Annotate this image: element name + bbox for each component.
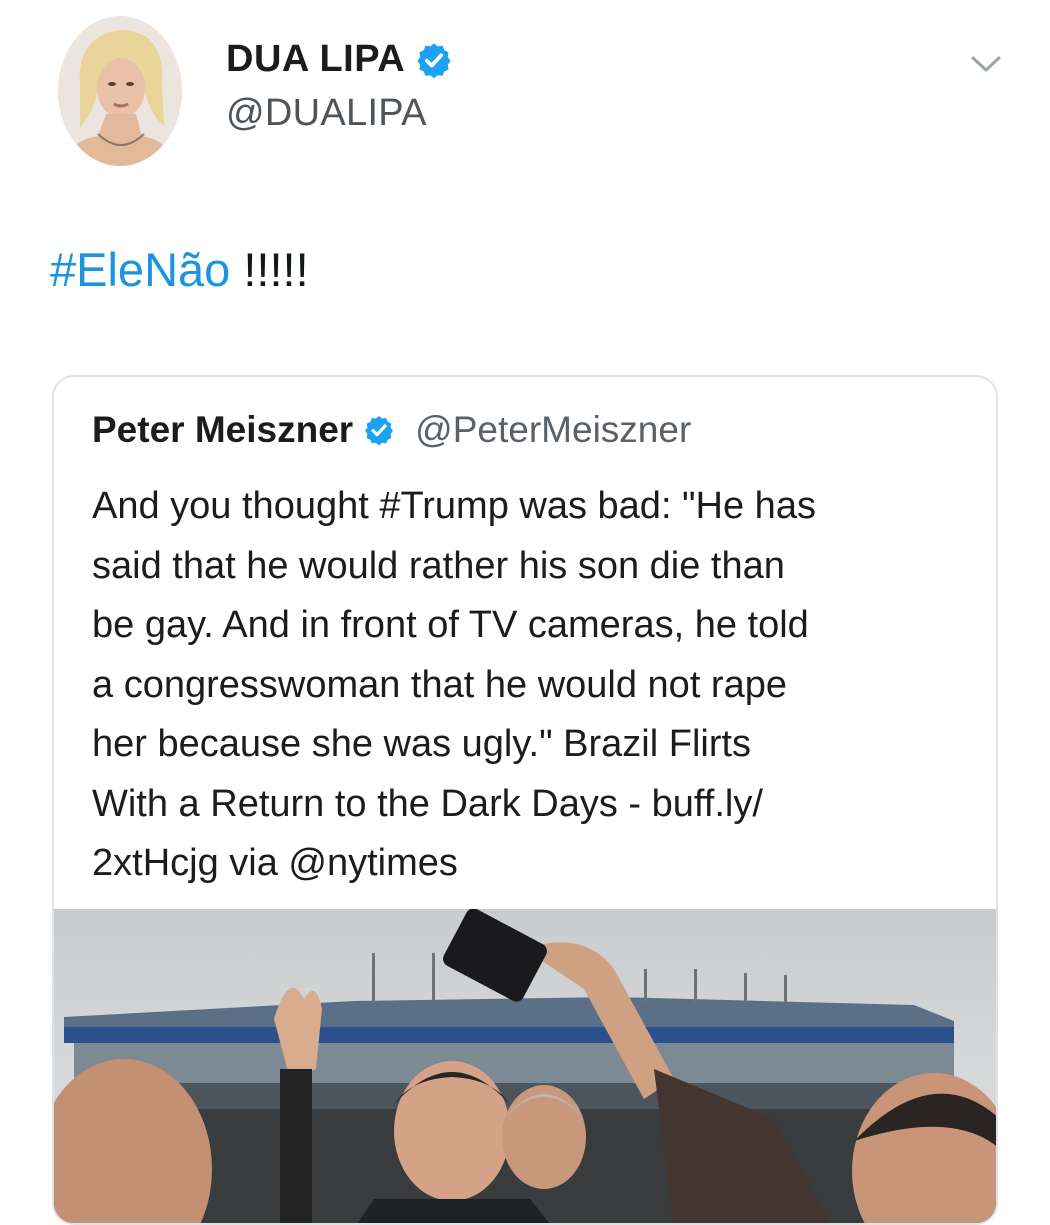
quoted-text-line: her because she was ugly." Brazil Flirts bbox=[92, 723, 752, 765]
quoted-text-line: And you thought #Trump was bad: "He has bbox=[92, 485, 816, 527]
verified-badge-icon bbox=[415, 41, 453, 79]
quoted-text-line: a congresswoman that he would not rape bbox=[92, 663, 787, 706]
verified-badge-icon bbox=[363, 414, 395, 446]
quoted-tweet-text: And you thought #Trump was bad: "He has … bbox=[92, 477, 972, 894]
author-display-name[interactable]: DUA LIPA bbox=[226, 38, 405, 81]
hashtag-link[interactable]: #EleNão bbox=[50, 243, 230, 296]
author-handle[interactable]: @DUALIPA bbox=[226, 92, 427, 135]
tweet-text: #EleNão !!!!! bbox=[50, 240, 309, 300]
chevron-down-icon[interactable] bbox=[966, 50, 1006, 78]
quoted-text-line: With a Return to the Dark Days - buff.ly… bbox=[92, 782, 763, 825]
quoted-text-line: said that he would rather his son die th… bbox=[92, 544, 785, 587]
quoted-text-line: be gay. And in front of TV cameras, he t… bbox=[92, 604, 809, 646]
author-name-row: DUA LIPA bbox=[226, 38, 453, 81]
quoted-author-name[interactable]: Peter Meiszner bbox=[92, 409, 353, 451]
tweet-text-suffix: !!!!! bbox=[230, 243, 309, 296]
quoted-tweet-card[interactable]: Peter Meiszner @PeterMeiszner And you th… bbox=[52, 375, 998, 1225]
quoted-tweet-photo[interactable] bbox=[54, 909, 996, 1223]
quoted-tweet-header: Peter Meiszner @PeterMeiszner bbox=[92, 409, 691, 451]
quoted-text-line: 2xtHcjg via @nytimes bbox=[92, 842, 458, 884]
quoted-author-handle[interactable]: @PeterMeiszner bbox=[415, 409, 691, 451]
author-avatar[interactable] bbox=[58, 16, 182, 166]
